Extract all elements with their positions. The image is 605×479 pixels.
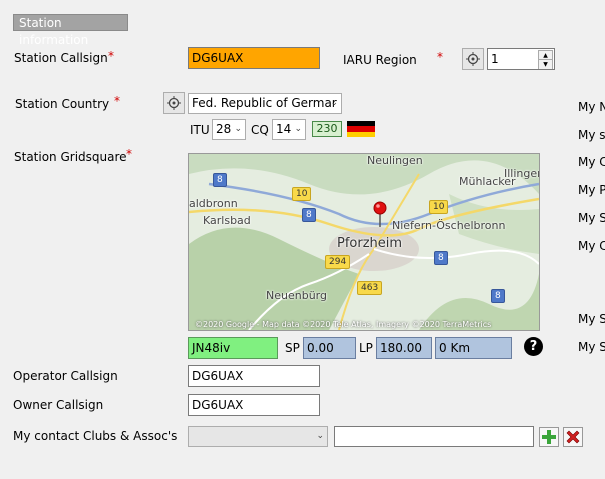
map-label: Karlsbad (203, 214, 251, 227)
owner-callsign-input[interactable]: DG6UAX (188, 394, 320, 416)
road-badge: 10 (292, 187, 312, 201)
clubs-select[interactable]: ⌄ (188, 426, 328, 447)
map-label: aldbronn (189, 197, 238, 210)
clubs-input[interactable] (334, 426, 534, 447)
chevron-down-icon: ⌄ (234, 124, 242, 134)
road-badge: 8 (434, 251, 448, 265)
road-badge: 294 (325, 255, 351, 269)
required-marker: * (437, 50, 443, 64)
required-marker: * (114, 94, 120, 108)
required-marker: * (126, 147, 132, 161)
chevron-down-icon: ⌄ (316, 431, 324, 441)
right-column-label: My N (578, 100, 605, 114)
germany-flag-icon (347, 121, 375, 137)
chevron-down-icon: ⌄ (330, 98, 338, 108)
station-country-label: Station Country (15, 97, 110, 111)
right-column-label: My S (578, 211, 605, 225)
map-label: Illingen (504, 167, 539, 180)
map-pin-icon (373, 201, 387, 227)
cq-value: 14 (276, 122, 292, 136)
iaru-locate-button[interactable] (462, 48, 484, 70)
right-column-label: My C (578, 155, 605, 169)
road-badge: 10 (429, 200, 449, 214)
road-badge: 8 (213, 173, 227, 187)
distance-field: 0 Km (435, 337, 512, 359)
crosshair-icon (466, 52, 480, 66)
clubs-label: My contact Clubs & Assoc's (13, 429, 178, 443)
section-title: Station information (13, 14, 128, 47)
gridsquare-label: Station Gridsquare (14, 150, 127, 164)
delete-club-button[interactable] (563, 427, 583, 447)
right-column-label: My P (578, 183, 605, 197)
gridsquare-input[interactable]: JN48iv (188, 337, 278, 359)
iaru-region-label: IARU Region (343, 53, 417, 67)
itu-label: ITU (190, 123, 210, 137)
operator-callsign-input[interactable]: DG6UAX (188, 365, 320, 387)
dxcc-badge: 230 (312, 121, 342, 137)
map-label: Neulingen (367, 154, 423, 167)
road-badge: 8 (302, 208, 316, 222)
sp-field: 0.00 (303, 337, 356, 359)
right-column-label: My S (578, 312, 605, 326)
cq-select[interactable]: 14 ⌄ (272, 119, 306, 140)
required-marker: * (108, 49, 114, 63)
map-attribution: ©2020 Google - Map data ©2020 Tele Atlas… (195, 320, 492, 329)
x-icon (566, 430, 580, 444)
map-label: Niefern-Öschelbronn (392, 219, 506, 232)
sp-label: SP (285, 341, 300, 355)
station-country-select[interactable]: Fed. Republic of Germar ⌄ (188, 93, 342, 114)
owner-callsign-label: Owner Callsign (13, 398, 104, 412)
question-icon[interactable]: ? (524, 337, 543, 356)
add-club-button[interactable] (539, 427, 559, 447)
chevron-down-icon: ⌄ (294, 124, 302, 134)
operator-callsign-label: Operator Callsign (13, 369, 118, 383)
road-badge: 463 (357, 281, 383, 295)
map-label: Pforzheim (337, 236, 403, 251)
country-locate-button[interactable] (163, 92, 185, 114)
iaru-region-spinner[interactable]: 1 ▲ ▼ (487, 48, 555, 70)
itu-select[interactable]: 28 ⌄ (212, 119, 246, 140)
station-callsign-label: Station Callsign (14, 51, 108, 65)
spin-down-icon[interactable]: ▼ (538, 59, 553, 69)
iaru-region-value: 1 (491, 52, 499, 66)
road-badge: 8 (491, 289, 505, 303)
lp-field: 180.00 (376, 337, 432, 359)
station-callsign-input[interactable]: DG6UAX (188, 47, 320, 69)
cq-label: CQ (251, 123, 269, 137)
right-column-label: My st (578, 128, 605, 142)
right-column-label: My S (578, 340, 605, 354)
lp-label: LP (359, 341, 373, 355)
crosshair-icon (167, 96, 181, 110)
right-column-label: My C (578, 239, 605, 253)
station-country-value: Fed. Republic of Germar (192, 96, 337, 110)
map-label: Neuenbürg (266, 289, 327, 302)
station-map[interactable]: Neulingen Mühlacker Illingen aldbronn Ka… (188, 153, 540, 331)
plus-icon (542, 430, 556, 444)
itu-value: 28 (216, 122, 232, 136)
